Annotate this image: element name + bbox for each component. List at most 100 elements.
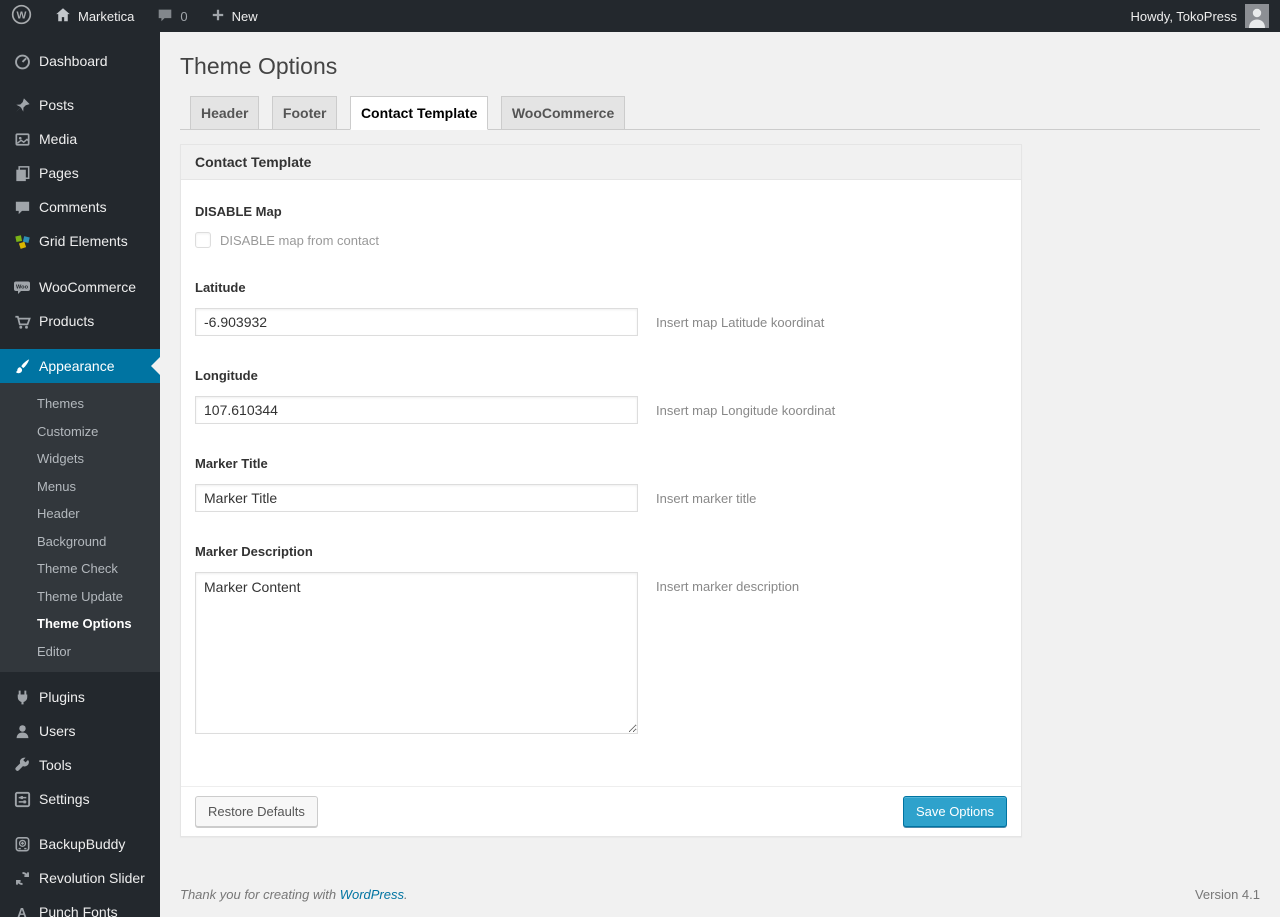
marker-description-hint: Insert marker description (656, 579, 800, 594)
sidebar-item-appearance[interactable]: Appearance (0, 349, 160, 383)
submenu-item-themes[interactable]: Themes (0, 390, 160, 418)
sidebar-item-tools[interactable]: Tools (0, 748, 160, 782)
sidebar-item-label: Media (39, 131, 78, 147)
marker-title-label: Marker Title (195, 456, 268, 471)
refresh-arrows-icon (12, 868, 32, 888)
submenu-item-widgets[interactable]: Widgets (0, 445, 160, 473)
sidebar-item-punch-fonts[interactable]: A Punch Fonts (0, 895, 160, 917)
admin-bar: W Marketica 0 New Howdy, TokoPress (0, 0, 1280, 32)
submenu-item-editor[interactable]: Editor (0, 638, 160, 666)
tab-header[interactable]: Header (190, 96, 260, 130)
sidebar-item-revolution-slider[interactable]: Revolution Slider (0, 861, 160, 895)
submenu-item-theme-update[interactable]: Theme Update (0, 583, 160, 611)
tab-footer[interactable]: Footer (271, 96, 338, 130)
theme-options-panel: Contact Template DISABLE Map DISABLE map… (180, 144, 1022, 837)
longitude-label: Longitude (195, 368, 258, 383)
submenu-item-header[interactable]: Header (0, 500, 160, 528)
wordpress-logo-icon: W (11, 4, 32, 28)
sidebar-item-media[interactable]: Media (0, 122, 160, 156)
grid-elements-icon (12, 231, 32, 251)
admin-bar-left: W Marketica 0 New (0, 0, 269, 32)
submenu-item-theme-options[interactable]: Theme Options (0, 610, 160, 638)
tab-woocommerce[interactable]: WooCommerce (500, 96, 626, 130)
submenu-item-theme-check[interactable]: Theme Check (0, 555, 160, 583)
menu-separator (0, 672, 160, 680)
sidebar-item-label: Plugins (39, 689, 85, 705)
sidebar-item-label: WooCommerce (39, 279, 136, 295)
plugin-icon (12, 687, 32, 707)
sidebar-item-label: Dashboard (39, 53, 108, 69)
latitude-label: Latitude (195, 280, 246, 295)
sidebar-item-label: Settings (39, 791, 90, 807)
howdy-label: Howdy, TokoPress (1130, 8, 1237, 24)
marker-description-label: Marker Description (195, 544, 313, 559)
menu-separator (0, 258, 160, 270)
page-footer: Thank you for creating with WordPress. V… (180, 887, 1260, 914)
dashboard-icon (12, 51, 32, 71)
sidebar-item-posts[interactable]: Posts (0, 88, 160, 122)
sidebar-item-backupbuddy[interactable]: BackupBuddy (0, 827, 160, 861)
panel-body: DISABLE Map DISABLE map from contact Lat… (181, 180, 1021, 786)
settings-icon (12, 789, 32, 809)
sidebar-item-comments[interactable]: Comments (0, 190, 160, 224)
svg-text:Woo: Woo (16, 285, 29, 291)
submenu-item-background[interactable]: Background (0, 528, 160, 556)
marker-description-textarea[interactable]: Marker Content (195, 572, 638, 734)
comments-bubble-menu[interactable]: 0 (145, 0, 198, 32)
latitude-field: Latitude Insert map Latitude koordinat (195, 280, 1007, 336)
sidebar-item-label: Revolution Slider (39, 870, 145, 886)
sidebar-item-plugins[interactable]: Plugins (0, 680, 160, 714)
wordpress-logo-menu[interactable]: W (0, 0, 43, 32)
marker-title-hint: Insert marker title (656, 491, 757, 506)
main-content: Theme Options Header Footer Contact Temp… (160, 0, 1280, 914)
sidebar-item-label: Users (39, 723, 76, 739)
marker-title-input[interactable] (195, 484, 638, 512)
user-icon (12, 721, 32, 741)
wordpress-link[interactable]: WordPress (340, 887, 404, 902)
admin-bar-right: Howdy, TokoPress (1120, 0, 1280, 32)
sidebar-item-users[interactable]: Users (0, 714, 160, 748)
restore-defaults-button[interactable]: Restore Defaults (195, 796, 318, 827)
disable-map-checkbox[interactable] (195, 232, 211, 248)
latitude-hint: Insert map Latitude koordinat (656, 315, 825, 330)
tab-bar: Header Footer Contact Template WooCommer… (180, 96, 1260, 130)
menu-separator (0, 78, 160, 88)
panel-footer: Restore Defaults Save Options (181, 786, 1021, 836)
site-name-label: Marketica (78, 8, 135, 24)
comment-count: 0 (180, 8, 188, 24)
current-menu-arrow (151, 357, 160, 375)
svg-text:W: W (17, 10, 27, 22)
disable-map-checkbox-label: DISABLE map from contact (220, 232, 379, 248)
site-name-menu[interactable]: Marketica (43, 0, 145, 32)
plus-icon (210, 7, 226, 26)
howdy-account-menu[interactable]: Howdy, TokoPress (1120, 0, 1280, 32)
user-avatar (1245, 4, 1269, 28)
new-content-menu[interactable]: New (199, 0, 269, 32)
brush-icon (12, 356, 32, 376)
admin-menu: Dashboard Posts Media Pages Comments Gri… (0, 32, 160, 917)
longitude-input[interactable] (195, 396, 638, 424)
sidebar-item-grid-elements[interactable]: Grid Elements (0, 224, 160, 258)
page-title: Theme Options (180, 53, 338, 79)
woocommerce-badge-icon: Woo (12, 277, 32, 297)
latitude-input[interactable] (195, 308, 638, 336)
footer-thanks: Thank you for creating with WordPress. (180, 887, 408, 902)
pages-icon (12, 163, 32, 183)
wrench-icon (12, 755, 32, 775)
version-label: Version 4.1 (1194, 887, 1260, 902)
sidebar-item-dashboard[interactable]: Dashboard (0, 44, 160, 78)
disable-map-checkbox-row[interactable]: DISABLE map from contact (195, 232, 1007, 248)
menu-separator (0, 338, 160, 349)
submenu-item-menus[interactable]: Menus (0, 473, 160, 501)
home-icon (54, 6, 72, 27)
save-options-button[interactable]: Save Options (902, 796, 1007, 827)
submenu-item-customize[interactable]: Customize (0, 418, 160, 446)
sidebar-item-woocommerce[interactable]: Woo WooCommerce (0, 270, 160, 304)
sidebar-item-pages[interactable]: Pages (0, 156, 160, 190)
letter-a-icon: A (17, 904, 27, 917)
sidebar-item-settings[interactable]: Settings (0, 782, 160, 816)
tab-contact-template[interactable]: Contact Template (349, 96, 489, 130)
new-label: New (231, 8, 258, 24)
sidebar-item-products[interactable]: Products (0, 304, 160, 338)
thanks-text: Thank you for creating with (180, 887, 340, 902)
